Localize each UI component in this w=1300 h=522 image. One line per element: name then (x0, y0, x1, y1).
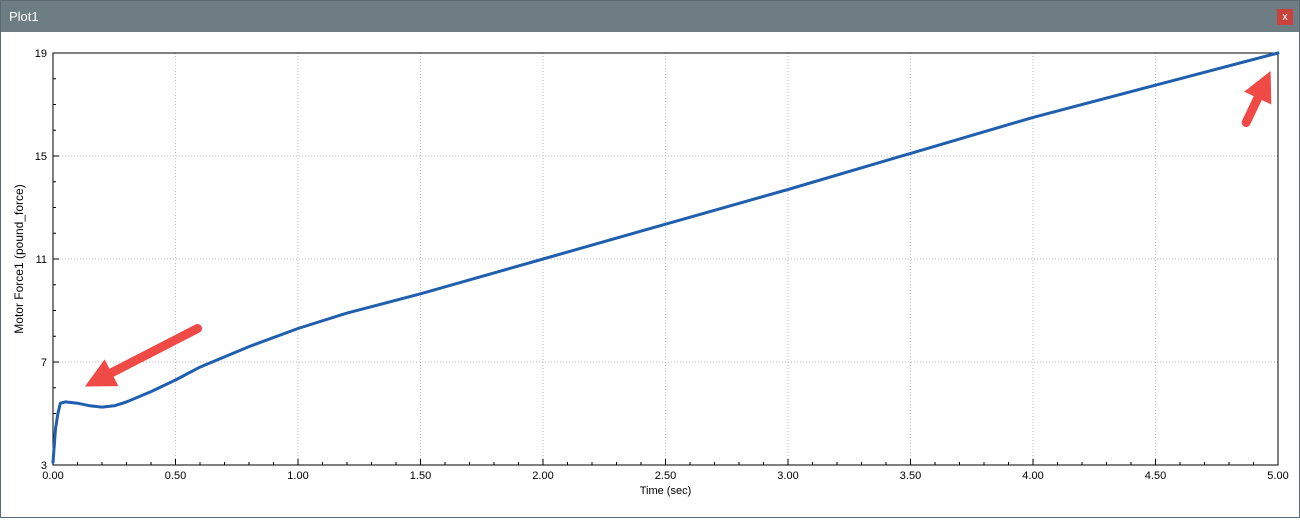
x-tick-label: 1.00 (287, 470, 308, 482)
x-tick-label: 3.50 (900, 470, 921, 482)
x-tick-label: 4.00 (1022, 470, 1043, 482)
x-tick-label: 5.00 (1267, 470, 1288, 482)
y-tick-label: 7 (41, 357, 47, 369)
y-tick-label: 15 (35, 151, 47, 163)
x-tick-label: 4.50 (1145, 470, 1166, 482)
window-title: Plot1 (9, 9, 39, 24)
y-axis-label: Motor Force1 (pound_force) (12, 184, 26, 333)
x-tick-label: 0.50 (165, 470, 186, 482)
x-tick-label: 2.50 (655, 470, 676, 482)
y-tick-label: 3 (41, 460, 47, 472)
close-button[interactable]: x (1277, 9, 1293, 25)
line-chart: 0.00 0.50 1.00 1.50 2.00 2.50 3.00 3.50 4.00 4.50… (12, 48, 1289, 497)
x-tick-label: 1.50 (410, 470, 431, 482)
x-tick-label: 2.00 (532, 470, 553, 482)
y-tick-label: 19 (35, 48, 47, 60)
plot-area: 0.00 0.50 1.00 1.50 2.00 2.50 3.00 3.50 4.00 4.50… (1, 32, 1299, 517)
annotation-arrow-shaft (107, 324, 203, 378)
annotation-arrow-shaft (1241, 93, 1263, 128)
x-axis-label: Time (sec) (640, 485, 692, 497)
y-tick-label: 11 (36, 254, 47, 266)
plot-window: Plot1 x 0.00 0.50 1.00 1.50 2.00 2.50 3.00 3.50… (0, 0, 1300, 518)
x-tick-label: 3.00 (777, 470, 798, 482)
title-bar[interactable]: Plot1 x (1, 1, 1299, 32)
